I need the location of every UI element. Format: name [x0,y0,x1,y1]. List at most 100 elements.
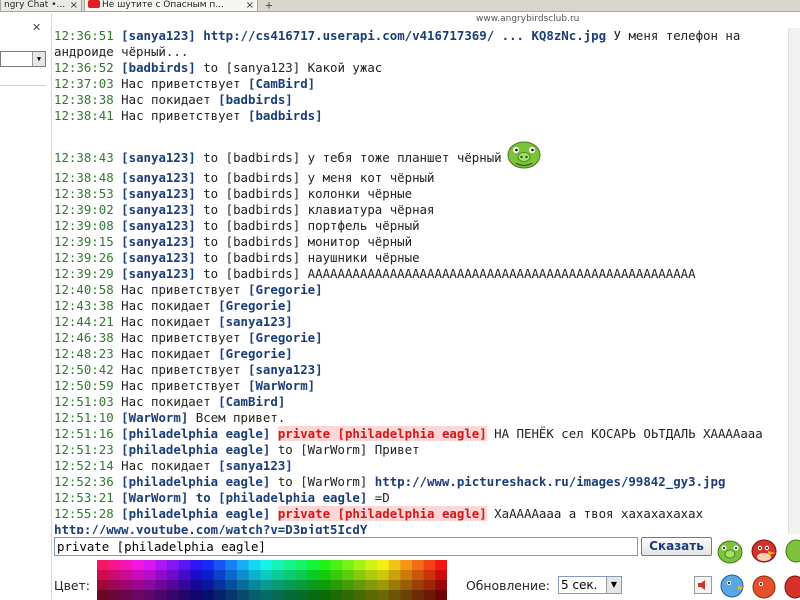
color-swatch[interactable] [330,560,343,571]
color-swatch[interactable] [353,580,366,591]
color-swatch[interactable] [260,570,273,581]
color-swatch[interactable] [283,570,296,581]
color-swatch[interactable] [365,590,378,600]
color-swatch[interactable] [365,560,378,571]
color-swatch[interactable] [283,560,296,571]
color-swatch[interactable] [120,560,133,571]
close-icon[interactable]: × [246,0,254,11]
color-swatch[interactable] [295,590,308,600]
color-swatch[interactable] [365,580,378,591]
color-swatch[interactable] [388,570,401,581]
message-nick[interactable]: [philadelphia eagle] [121,442,270,457]
message-nick[interactable]: [sanya123] [121,170,196,185]
color-swatch[interactable] [143,590,156,600]
color-swatch[interactable] [412,570,424,581]
send-button[interactable]: Сказать [641,537,712,556]
sound-toggle[interactable] [694,576,712,594]
message-link[interactable]: http://www.youtube.com/watch?v=D3pjqt5Ic… [54,522,367,534]
color-swatch[interactable] [178,590,191,600]
color-swatch[interactable] [318,570,331,581]
color-swatch[interactable] [353,560,366,571]
chevron-down-icon[interactable]: ▼ [606,577,621,593]
message-nick[interactable]: [sanya123] [121,250,196,265]
message-link[interactable]: http://www.pictureshack.ru/images/99842_… [375,474,726,489]
message-nick[interactable]: [WarWorm] [121,490,188,505]
color-palette[interactable] [97,560,447,600]
color-swatch[interactable] [272,590,284,600]
color-swatch[interactable] [213,590,226,600]
message-nick[interactable]: [sanya123] [121,202,196,217]
message-nick[interactable]: [sanya123] [121,28,196,43]
color-swatch[interactable] [400,590,413,600]
color-swatch[interactable] [108,590,121,600]
message-nick[interactable]: [badbirds] [121,60,196,75]
color-swatch[interactable] [248,590,261,600]
color-swatch[interactable] [377,570,389,581]
color-swatch[interactable] [342,570,354,581]
message-nick[interactable]: [sanya123] [218,314,293,329]
color-swatch[interactable] [213,570,226,581]
color-swatch[interactable] [307,580,319,591]
color-swatch[interactable] [132,590,144,600]
message-nick[interactable]: [WarWorm] [121,410,188,425]
color-swatch[interactable] [248,570,261,581]
pig-smiley-icon[interactable] [717,540,743,564]
blue-bird-smiley-icon[interactable] [720,574,745,598]
message-nick[interactable]: [sanya123] [121,234,196,249]
color-swatch[interactable] [295,580,308,591]
color-swatch[interactable] [190,580,203,591]
color-swatch[interactable] [318,580,331,591]
color-swatch[interactable] [412,560,424,571]
color-swatch[interactable] [97,580,109,591]
color-swatch[interactable] [202,580,214,591]
color-swatch[interactable] [435,570,447,581]
color-swatch[interactable] [120,570,133,581]
color-swatch[interactable] [225,570,238,581]
browser-tab-chat[interactable]: ngry Chat •... × [0,0,82,12]
message-nick[interactable]: [CamBird] [248,76,315,91]
color-swatch[interactable] [237,560,249,571]
color-swatch[interactable] [167,570,179,581]
update-interval-select[interactable]: 5 сек. ▼ [558,576,622,594]
color-swatch[interactable] [143,560,156,571]
color-swatch[interactable] [377,590,389,600]
color-swatch[interactable] [178,580,191,591]
color-swatch[interactable] [435,590,447,600]
message-link[interactable]: http://cs416717.userapi.com/v416717369/ … [203,28,606,43]
close-icon[interactable]: ✕ [32,21,41,34]
message-nick[interactable]: [sanya123] [121,186,196,201]
message-nick[interactable]: [Gregorie] [218,346,293,361]
color-swatch[interactable] [423,580,436,591]
color-swatch[interactable] [167,560,179,571]
color-swatch[interactable] [330,570,343,581]
color-swatch[interactable] [132,570,144,581]
color-swatch[interactable] [283,580,296,591]
color-swatch[interactable] [132,560,144,571]
close-icon[interactable]: × [70,0,78,11]
color-swatch[interactable] [272,570,284,581]
chevron-down-icon[interactable]: ▼ [32,52,45,66]
message-nick[interactable]: [Gregorie] [248,330,323,345]
message-nick[interactable]: [sanya123] [248,362,323,377]
color-swatch[interactable] [202,590,214,600]
color-swatch[interactable] [237,590,249,600]
color-swatch[interactable] [167,580,179,591]
color-swatch[interactable] [108,560,121,571]
message-input[interactable]: private [philadelphia eagle] [54,537,638,556]
message-nick[interactable]: [badbirds] [218,92,293,107]
message-nick[interactable]: [sanya123] [121,150,196,165]
color-swatch[interactable] [412,580,424,591]
color-swatch[interactable] [388,590,401,600]
color-swatch[interactable] [155,580,168,591]
color-swatch[interactable] [120,590,133,600]
color-swatch[interactable] [353,590,366,600]
browser-tab-youtube[interactable]: Не шутите с Опасным п... × [84,0,258,12]
red-bird-smiley-icon[interactable] [751,539,777,563]
color-swatch[interactable] [260,590,273,600]
color-swatch[interactable] [108,580,121,591]
color-swatch[interactable] [272,580,284,591]
color-swatch[interactable] [225,590,238,600]
color-swatch[interactable] [155,560,168,571]
color-swatch[interactable] [307,590,319,600]
color-swatch[interactable] [330,580,343,591]
